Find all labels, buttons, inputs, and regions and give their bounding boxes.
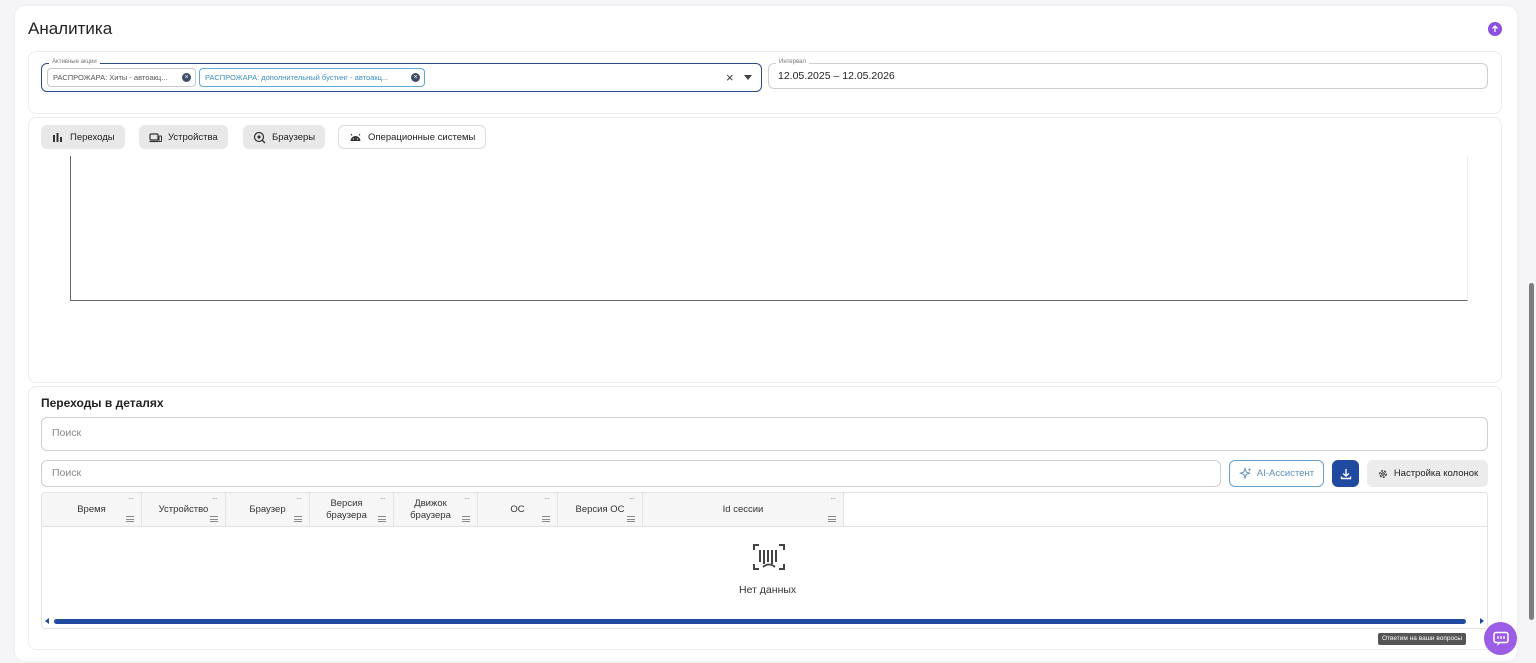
no-data-icon: [753, 544, 785, 570]
column-label: Версия браузера: [326, 498, 367, 521]
chevron-down-icon[interactable]: [744, 75, 752, 80]
scroll-left-arrow-icon[interactable]: [45, 618, 49, 624]
menu-icon[interactable]: [294, 516, 302, 522]
chip-remove-icon[interactable]: ×: [182, 73, 191, 82]
tab-label: Устройства: [168, 131, 218, 143]
chart-plot-area: [70, 156, 1468, 301]
action-chip[interactable]: РАСПРОЖАРА: дополнительный бустинг - авт…: [199, 68, 425, 87]
download-icon: [1340, 468, 1351, 479]
tab-browsers[interactable]: Браузеры: [243, 125, 326, 149]
column-header-time[interactable]: Время ···: [42, 493, 142, 527]
browser-icon: [253, 131, 266, 143]
scroll-up-button[interactable]: [1488, 22, 1502, 36]
column-header-os[interactable]: ОС ···: [478, 493, 558, 527]
column-settings-label: Настройка колонок: [1393, 468, 1479, 479]
help-chat-button[interactable]: [1484, 622, 1517, 655]
table-header: Время ··· Устройство ··· Браузер ··· Версия…: [42, 493, 844, 527]
vertical-scrollbar[interactable]: [1529, 283, 1534, 620]
action-chip[interactable]: РАСПРОЖАРА: Хиты - автоакц... ×: [47, 68, 196, 87]
more-icon[interactable]: ···: [629, 495, 635, 503]
interval-label: Интервал: [776, 58, 809, 67]
tab-label: Переходы: [70, 131, 115, 143]
column-label: Устройство: [158, 504, 209, 515]
column-header-session-id[interactable]: Id сессии ···: [643, 493, 844, 527]
more-icon[interactable]: ···: [128, 495, 134, 503]
tab-transitions[interactable]: Переходы: [41, 125, 125, 149]
help-tooltip: Ответим на ваши вопросы: [1378, 633, 1467, 645]
ai-assistant-label: AI-Ассистент: [1256, 468, 1315, 479]
column-label: Id сессии: [722, 504, 764, 515]
action-chip-label: РАСПРОЖАРА: дополнительный бустинг - авт…: [205, 73, 389, 82]
column-header-browser[interactable]: Браузер ···: [226, 493, 310, 527]
active-actions-label: Активные акции: [49, 58, 100, 67]
menu-icon[interactable]: [378, 516, 386, 522]
scroll-right-arrow-icon[interactable]: [1480, 618, 1484, 624]
action-chip-label: РАСПРОЖАРА: Хиты - автоакц...: [53, 73, 168, 82]
more-icon[interactable]: ···: [212, 495, 218, 503]
chat-icon: [1492, 631, 1509, 646]
more-icon[interactable]: ···: [464, 495, 470, 503]
ai-assistant-button[interactable]: AI-Ассистент: [1229, 460, 1324, 487]
column-label: Версия ОС: [575, 504, 625, 515]
menu-icon[interactable]: [828, 516, 836, 522]
more-icon[interactable]: ···: [830, 495, 836, 503]
column-header-device[interactable]: Устройство ···: [142, 493, 226, 527]
clear-selection-icon[interactable]: ×: [726, 70, 734, 85]
more-icon[interactable]: ···: [296, 495, 302, 503]
table-search-input[interactable]: Поиск: [41, 460, 1221, 487]
active-actions-select[interactable]: Активные акции РАСПРОЖАРА: Хиты - автоак…: [41, 58, 762, 92]
bar-chart-icon: [53, 132, 62, 142]
sparkle-icon: [1238, 467, 1252, 480]
empty-state-text: Нет данных: [739, 584, 797, 596]
gear-icon: [1378, 469, 1387, 478]
tab-label: Операционные системы: [368, 131, 476, 143]
column-settings-button[interactable]: Настройка колонок: [1367, 460, 1488, 487]
tab-label: Браузеры: [272, 131, 316, 143]
more-icon[interactable]: ···: [380, 495, 386, 503]
page-title: Аналитика: [28, 19, 113, 38]
menu-icon[interactable]: [627, 516, 635, 522]
menu-icon[interactable]: [462, 516, 470, 522]
menu-icon[interactable]: [542, 516, 550, 522]
arrow-up-icon: [1492, 25, 1498, 32]
column-header-os-version[interactable]: Версия ОС ···: [558, 493, 643, 527]
column-header-browser-version[interactable]: Версия браузера ···: [310, 493, 394, 527]
tab-devices[interactable]: Устройства: [139, 125, 228, 149]
horizontal-scrollbar[interactable]: [54, 619, 1466, 624]
interval-value: 12.05.2025 – 12.05.2026: [778, 70, 895, 82]
devices-icon: [149, 132, 162, 142]
column-label: Время: [77, 504, 106, 515]
tab-operating-systems[interactable]: Операционные системы: [338, 125, 487, 149]
search-input[interactable]: Поиск: [41, 417, 1488, 451]
android-icon: [350, 133, 361, 141]
menu-icon[interactable]: [126, 516, 134, 522]
download-button[interactable]: [1332, 460, 1359, 487]
more-icon[interactable]: ···: [544, 495, 550, 503]
interval-picker[interactable]: Интервал 12.05.2025 – 12.05.2026: [768, 58, 1488, 89]
column-label: Движок браузера: [410, 498, 451, 521]
column-label: ОС: [510, 504, 525, 515]
column-header-browser-engine[interactable]: Движок браузера ···: [394, 493, 478, 527]
table-header-filler: [844, 493, 1487, 527]
section-title: Переходы в деталях: [41, 396, 164, 410]
column-label: Браузер: [249, 504, 286, 515]
menu-icon[interactable]: [210, 516, 218, 522]
chip-remove-icon[interactable]: ×: [411, 73, 420, 82]
